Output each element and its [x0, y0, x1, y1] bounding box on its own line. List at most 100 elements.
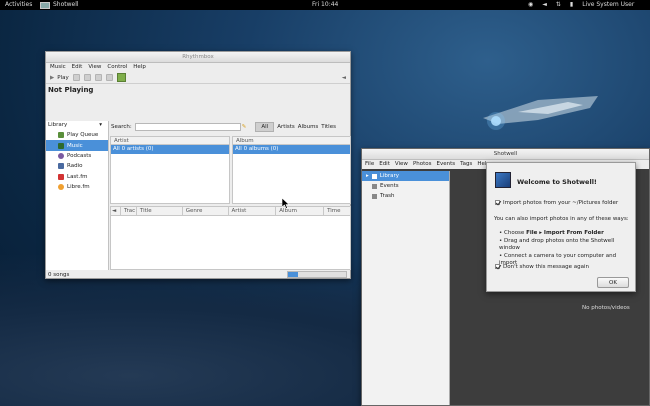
shotwell-titlebar[interactable]: Shotwell	[362, 149, 649, 160]
play-icon: ▶	[50, 74, 55, 81]
battery-icon[interactable]: ▮	[570, 0, 573, 10]
system-tray: ◉ ◄ ⇅ ▮ Live System User	[528, 0, 634, 10]
sidebar-header-toggle-icon[interactable]: ▾	[99, 121, 102, 130]
shotwell-app-icon	[40, 1, 50, 9]
shotwell-menu-file[interactable]: File	[365, 160, 374, 169]
dont-show-checkbox[interactable]: Don't show this message again	[495, 264, 589, 270]
menu-help[interactable]: Help	[133, 63, 146, 72]
shotwell-menu-edit[interactable]: Edit	[379, 160, 390, 169]
track-column-header[interactable]: Trac	[121, 207, 137, 215]
also-import-text: You can also import photos in any of the…	[494, 216, 629, 222]
tab-artists[interactable]: Artists	[277, 124, 295, 130]
lastfm-icon	[58, 173, 64, 180]
dialog-title: Welcome to Shotwell!	[517, 178, 597, 186]
library-icon	[371, 173, 377, 179]
music-player-window: Rhythmbox Music Edit View Control Help ▶…	[45, 51, 351, 279]
import-method-file: • Choose File ▸ Import From Folder	[499, 230, 604, 236]
album-pane: Album All 0 albums (0)	[232, 136, 351, 204]
network-icon[interactable]: ⇅	[556, 0, 561, 10]
sidebar-item-events[interactable]: Events	[362, 181, 449, 191]
top-bar: Activities Shotwell Fri 10:44 ◉ ◄ ⇅ ▮ Li…	[0, 0, 650, 10]
dont-show-check-icon[interactable]	[495, 264, 500, 269]
volume-icon[interactable]: ◄	[542, 0, 547, 10]
genre-column-header[interactable]: Genre	[183, 207, 229, 215]
tab-titles[interactable]: Titles	[321, 124, 336, 130]
user-menu[interactable]: Live System User	[582, 0, 634, 10]
librefm-icon	[58, 184, 64, 191]
radio-icon	[58, 163, 64, 170]
search-input[interactable]	[134, 123, 241, 131]
sidebar-item-library[interactable]: ▸ Library	[362, 171, 449, 181]
sidebar-item-play-queue[interactable]: Play Queue	[46, 130, 108, 140]
title-column-header[interactable]: Title	[137, 207, 183, 215]
import-method-drag: • Drag and drop photos onto the Shotwell…	[499, 237, 615, 252]
sidebar-item-music[interactable]: Music	[46, 140, 108, 151]
artist-pane: Artist All 0 artists (0)	[110, 136, 230, 204]
activities-button[interactable]: Activities	[5, 0, 32, 10]
artist-column-header-tracks[interactable]: Artist	[229, 207, 277, 215]
events-icon	[372, 183, 377, 189]
menu-music[interactable]: Music	[50, 63, 66, 72]
sidebar-item-trash[interactable]: Trash	[362, 191, 449, 201]
previous-icon[interactable]	[72, 74, 80, 81]
menu-control[interactable]: Control	[107, 63, 127, 72]
music-icon	[58, 142, 64, 149]
album-column-header[interactable]: Album	[233, 137, 350, 145]
music-menubar: Music Edit View Control Help	[46, 63, 350, 72]
now-playing-title: Not Playing	[48, 86, 94, 94]
track-list-header: ◄ Trac Title Genre Artist Album Time	[111, 207, 350, 216]
next-icon[interactable]	[83, 74, 91, 81]
repeat-icon[interactable]	[94, 74, 102, 81]
artist-row-all[interactable]: All 0 artists (0)	[111, 145, 229, 154]
shotwell-menu-events[interactable]: Events	[437, 160, 456, 169]
mouse-cursor-icon	[282, 198, 290, 209]
shotwell-menu-tags[interactable]: Tags	[460, 160, 472, 169]
podcast-icon	[58, 152, 64, 159]
music-toolbar: ▶ Play ◄	[46, 72, 350, 83]
clock[interactable]: Fri 10:44	[312, 0, 338, 10]
sidebar-item-radio[interactable]: Radio	[46, 161, 108, 171]
shotwell-menu-view[interactable]: View	[395, 160, 408, 169]
progress-bar	[287, 271, 347, 278]
clear-search-icon[interactable]: ✎	[242, 124, 247, 130]
no-photos-label: No photos/videos	[582, 305, 630, 311]
song-count: 0 songs	[48, 271, 70, 278]
shotwell-logo-icon	[495, 172, 511, 188]
sidebar-item-podcasts[interactable]: Podcasts	[46, 151, 108, 161]
welcome-dialog: Welcome to Shotwell! Import photos from …	[486, 162, 636, 292]
sidebar-item-librefm[interactable]: Libre.fm	[46, 182, 108, 192]
music-window-title: Rhythmbox	[182, 54, 214, 60]
shotwell-menu-photos[interactable]: Photos	[413, 160, 432, 169]
shuffle-icon[interactable]	[105, 74, 113, 81]
import-pictures-checkbox[interactable]: Import photos from your ~/Pictures folde…	[495, 200, 618, 206]
shotwell-sidebar: ▸ Library Events Trash	[362, 171, 450, 405]
tab-all[interactable]: All	[255, 122, 275, 132]
tab-albums[interactable]: Albums	[298, 124, 319, 130]
import-methods-list: • Choose File ▸ Import From Folder • Dra…	[499, 230, 635, 268]
app-menu[interactable]: Shotwell	[40, 0, 79, 10]
ok-button[interactable]: OK	[597, 277, 629, 288]
play-button[interactable]: ▶ Play	[50, 75, 69, 81]
sidebar-header: Library ▾	[48, 121, 102, 130]
queue-icon	[58, 132, 64, 139]
artist-column-header[interactable]: Artist	[111, 137, 229, 145]
time-column-header[interactable]: Time	[324, 207, 350, 215]
app-name: Shotwell	[53, 1, 79, 8]
volume-icon[interactable]: ◄	[342, 75, 346, 81]
music-window-titlebar[interactable]: Rhythmbox	[46, 52, 350, 63]
music-statusbar: 0 songs	[46, 270, 350, 279]
playing-column[interactable]: ◄	[111, 207, 121, 215]
accessibility-icon[interactable]: ◉	[528, 0, 533, 10]
expander-icon[interactable]: ▸	[366, 171, 369, 181]
sidebar-item-lastfm[interactable]: Last.fm	[46, 172, 108, 182]
album-row-all[interactable]: All 0 albums (0)	[233, 145, 350, 154]
browse-icon[interactable]	[116, 73, 126, 82]
menu-view[interactable]: View	[88, 63, 101, 72]
spaceship-illustration	[483, 96, 598, 130]
shotwell-title: Shotwell	[493, 151, 518, 157]
menu-edit[interactable]: Edit	[72, 63, 83, 72]
search-bar: Search: ✎ All Artists Albums Titles	[111, 122, 351, 132]
import-check-icon[interactable]	[495, 200, 500, 205]
search-label: Search:	[111, 124, 132, 130]
music-sidebar: Library ▾ Play Queue Music Podcasts Radi…	[46, 121, 109, 270]
